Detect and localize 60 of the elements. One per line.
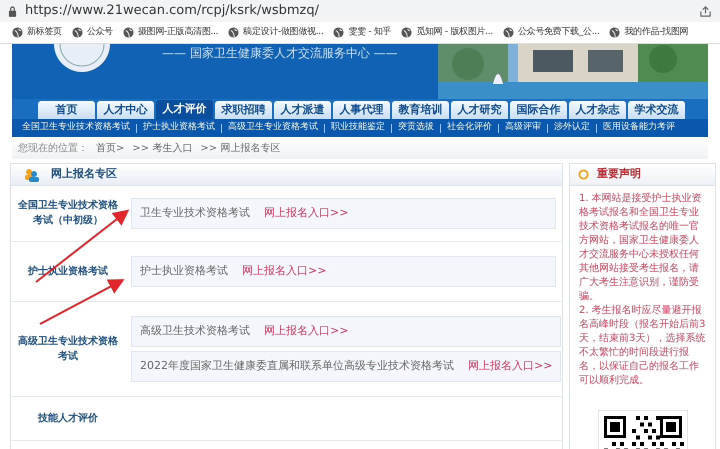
bookmark-item[interactable]: 稿定设计-做图做视... bbox=[228, 26, 324, 40]
nav-tab[interactable]: 人才研究 bbox=[451, 101, 508, 119]
globe-icon bbox=[122, 27, 134, 38]
notice-paragraph: 1. 本网站是接受护士执业资格考试报名和全国卫生专业技术资格考试报名的唯一官方网站，国家卫生健康委人才交流服务中心未授权任何其他网站接受考生报名，请广大考生注意识别，谨防受骗。 bbox=[579, 192, 703, 304]
sub-nav-link[interactable]: 护士执业资格考试 bbox=[143, 121, 215, 135]
register-link[interactable]: 网上报名入口>> bbox=[468, 358, 552, 375]
breadcrumb-link[interactable]: >> 网上报名专区 bbox=[200, 140, 280, 156]
nav-tab[interactable]: 人才派遣 bbox=[274, 101, 331, 119]
globe-icon bbox=[12, 27, 23, 38]
globe-icon bbox=[502, 27, 514, 38]
banner-subtitle: —— 国家卫生健康委人才交流服务中心 —— bbox=[162, 45, 398, 62]
bookmark-item[interactable]: 摄图网-正版高清图... bbox=[122, 26, 218, 40]
breadcrumb-link[interactable]: 首页> bbox=[96, 140, 124, 156]
bookmark-item[interactable]: 公众号 bbox=[72, 26, 113, 40]
globe-icon bbox=[72, 27, 83, 38]
bookmark-item[interactable]: 我的作品-找图网 bbox=[609, 26, 688, 40]
section-label: 全国卫生专业技术资格考试（中初级） bbox=[17, 198, 119, 228]
exam-name: 高级卫生技术资格考试 bbox=[140, 323, 250, 340]
globe-icon bbox=[609, 27, 620, 38]
bookmark-item[interactable]: 公众号免费下载_公... bbox=[502, 26, 600, 40]
globe-icon bbox=[228, 27, 240, 38]
sub-nav-link[interactable]: 社会化评价 bbox=[447, 121, 492, 135]
register-link[interactable]: 网上报名入口>> bbox=[264, 205, 348, 222]
exam-name: 2022年度国家卫生健康委直属和联系单位高级专业技术资格考试 bbox=[140, 358, 454, 374]
nav-tab[interactable]: 人才评价 bbox=[156, 100, 213, 119]
sub-nav-link[interactable]: 职业技能鉴定 bbox=[331, 121, 385, 135]
breadcrumb-link[interactable]: >> 考生入口 bbox=[132, 140, 192, 156]
nav-tab[interactable]: 人才中心 bbox=[97, 101, 154, 119]
nav-tab[interactable]: 国际合作 bbox=[510, 101, 567, 119]
bookmark-item[interactable]: 新标签页 bbox=[12, 26, 62, 40]
ring-icon bbox=[578, 169, 589, 180]
exam-name: 护士执业资格考试 bbox=[140, 263, 228, 280]
sub-nav-link[interactable]: 高级评审 bbox=[505, 121, 541, 135]
sub-nav-link[interactable]: 全国卫生专业技术资格考试 bbox=[22, 121, 130, 135]
people-icon bbox=[23, 168, 39, 182]
globe-icon bbox=[333, 27, 344, 38]
sub-nav-link[interactable]: 涉外认定 bbox=[554, 121, 590, 135]
nav-tab[interactable]: 首页 bbox=[38, 101, 95, 119]
sub-nav-link[interactable]: 突贡选拔 bbox=[398, 121, 434, 135]
nav-tab[interactable]: 学术交流 bbox=[628, 101, 685, 119]
nav-tab[interactable]: 人事代理 bbox=[333, 101, 390, 119]
breadcrumb-label: 您现在的位置： bbox=[18, 142, 88, 156]
notice-paragraph: 2. 考生报名时应尽量避开报名高峰时段（报名开始后前3天，结束前3天），选择系统不太繁忙的时间段进行报名，以保证自己的报名工作可以顺利完成。 bbox=[579, 304, 706, 388]
sub-nav-link[interactable]: 医用设备能力考评 bbox=[603, 121, 675, 135]
exam-name: 卫生专业技术资格考试 bbox=[140, 205, 250, 222]
nav-tab[interactable]: 教育培训 bbox=[392, 101, 449, 119]
section-label: 高级卫生专业技术资格考试 bbox=[17, 334, 119, 364]
section-label: 技能人才评价 bbox=[38, 412, 98, 426]
notice-title: 重要声明 bbox=[597, 166, 641, 182]
globe-icon bbox=[401, 27, 412, 38]
nav-tab[interactable]: 人才杂志 bbox=[569, 101, 626, 119]
lock-icon bbox=[8, 6, 17, 16]
nav-tab[interactable]: 求职招聘 bbox=[215, 101, 272, 119]
register-link[interactable]: 网上报名入口>> bbox=[264, 323, 348, 340]
sub-nav-link[interactable]: 高级卫生专业资格考试 bbox=[228, 121, 318, 135]
register-link[interactable]: 网上报名入口>> bbox=[242, 263, 326, 280]
bookmark-item[interactable]: 雯雯 - 知乎 bbox=[333, 26, 392, 40]
share-icon bbox=[699, 4, 712, 18]
panel-title: 网上报名专区 bbox=[51, 166, 117, 182]
bookmark-item[interactable]: 觅知网 - 版权图片... bbox=[401, 26, 493, 40]
